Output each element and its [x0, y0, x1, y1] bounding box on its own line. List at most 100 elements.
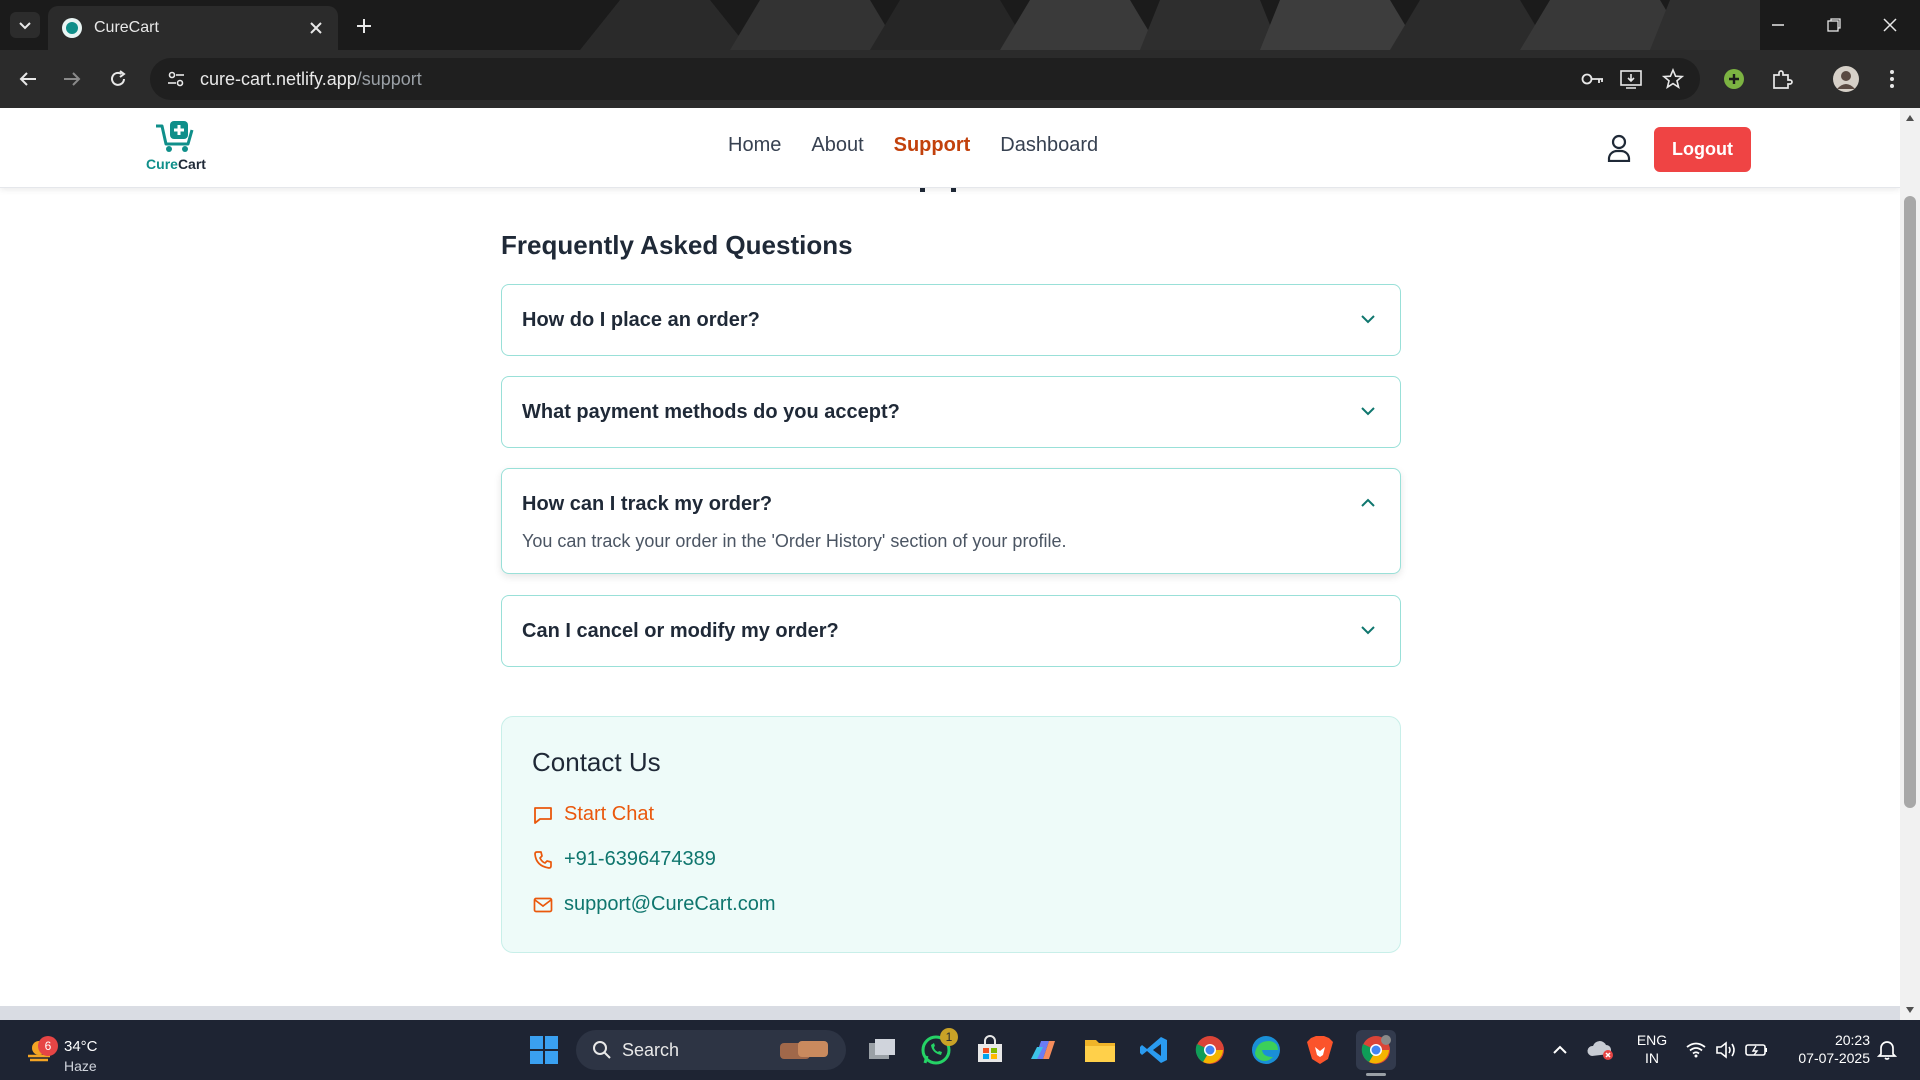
tab-search-button[interactable] — [10, 12, 40, 38]
start-button[interactable] — [524, 1030, 564, 1070]
chevron-down-icon — [1358, 620, 1378, 640]
restore-icon — [1827, 18, 1841, 32]
weather-badge: 6 — [38, 1036, 58, 1056]
faq-item-payment-methods[interactable]: What payment methods do you accept? — [501, 376, 1401, 448]
phone-icon — [532, 849, 554, 871]
footer-edge — [0, 1006, 1900, 1020]
file-explorer-app[interactable] — [1080, 1030, 1120, 1070]
scroll-up-arrow-icon[interactable] — [1904, 112, 1916, 124]
chevron-down-icon — [19, 22, 31, 30]
bookmark-star-icon[interactable] — [1660, 66, 1686, 92]
contact-title: Contact Us — [532, 747, 661, 777]
microsoft-store-app[interactable] — [970, 1030, 1010, 1070]
logo-wordmark: CureCart — [146, 156, 206, 172]
logo-wordmark-cure: Cure — [146, 156, 178, 172]
extension-green-icon[interactable] — [1718, 63, 1750, 95]
reload-button[interactable] — [102, 63, 134, 95]
nav-dashboard[interactable]: Dashboard — [1000, 134, 1098, 157]
site-logo[interactable]: CureCart — [146, 120, 206, 176]
folder-icon — [1085, 1040, 1115, 1062]
logout-button[interactable]: Logout — [1654, 127, 1751, 172]
close-tab-icon[interactable] — [306, 18, 326, 38]
onedrive-status[interactable] — [1586, 1030, 1616, 1070]
show-hidden-icons-button[interactable] — [1548, 1030, 1572, 1070]
wifi-icon — [1686, 1042, 1706, 1058]
browser-tab[interactable]: CureCart — [48, 6, 338, 50]
url-text: cure-cart.netlify.app/support — [200, 69, 422, 90]
minimize-icon — [1772, 24, 1784, 26]
weather-condition: Haze — [64, 1058, 97, 1074]
whatsapp-app[interactable]: 1 — [916, 1028, 958, 1070]
windows-logo-icon — [530, 1036, 558, 1064]
install-app-icon[interactable] — [1618, 66, 1644, 92]
whatsapp-badge: 1 — [940, 1028, 958, 1046]
phone-link[interactable]: +91-6396474389 — [532, 848, 716, 871]
wifi-status[interactable] — [1684, 1030, 1708, 1070]
weather-widget[interactable]: 6 34°C Haze — [20, 1028, 110, 1074]
minimize-button[interactable] — [1756, 8, 1800, 42]
battery-status[interactable] — [1744, 1030, 1770, 1070]
brave-lion-icon — [1307, 1036, 1333, 1064]
weather-temperature: 34°C — [64, 1038, 98, 1055]
address-bar[interactable]: cure-cart.netlify.app/support — [150, 58, 1700, 100]
brave-app[interactable] — [1300, 1030, 1340, 1070]
notifications-button[interactable] — [1874, 1030, 1900, 1070]
edge-app[interactable] — [1246, 1030, 1286, 1070]
volume-status[interactable] — [1714, 1030, 1738, 1070]
mail-icon — [532, 894, 554, 916]
system-clock[interactable]: 20:23 07-07-2025 — [1778, 1031, 1870, 1067]
vscode-app[interactable] — [1134, 1030, 1174, 1070]
extensions-puzzle-icon[interactable] — [1766, 63, 1798, 95]
user-profile-icon[interactable] — [1604, 132, 1634, 164]
store-icon — [978, 1035, 1002, 1062]
clock-time: 20:23 — [1834, 1032, 1870, 1048]
taskbar-search[interactable]: Search — [576, 1030, 846, 1070]
nav-home[interactable]: Home — [728, 134, 781, 157]
faq-item-track-order[interactable]: How can I track my order? You can track … — [501, 468, 1401, 574]
faq-answer: You can track your order in the 'Order H… — [522, 531, 1067, 551]
wallpaper-hex-pattern — [580, 0, 1760, 50]
password-key-icon[interactable] — [1580, 66, 1606, 92]
vscode-icon — [1140, 1037, 1167, 1063]
faq-question: Can I cancel or modify my order? — [522, 620, 839, 642]
chrome-icon — [1361, 1035, 1391, 1064]
search-highlight-icon — [780, 1041, 828, 1059]
task-view-button[interactable] — [862, 1030, 902, 1070]
active-app-indicator — [1366, 1073, 1386, 1076]
new-tab-button[interactable] — [350, 12, 378, 40]
scroll-down-arrow-icon[interactable] — [1904, 1004, 1916, 1016]
input-language[interactable]: ENG IN — [1632, 1031, 1672, 1067]
profile-avatar[interactable] — [1830, 63, 1862, 95]
browser-menu-icon[interactable] — [1876, 63, 1908, 95]
arrow-right-icon — [64, 72, 81, 86]
phone-number: +91-6396474389 — [564, 848, 716, 870]
page-scrollbar[interactable] — [1900, 108, 1920, 1020]
main-nav: Home About Support Dashboard — [728, 134, 1098, 157]
browser-toolbar: cure-cart.netlify.app/support — [0, 50, 1920, 108]
site-settings-icon[interactable] — [164, 67, 188, 91]
cloud-error-icon — [1587, 1041, 1613, 1060]
chat-bubble-icon — [532, 804, 554, 826]
forward-button[interactable] — [56, 63, 88, 95]
nav-about[interactable]: About — [811, 134, 863, 157]
chrome-app[interactable] — [1190, 1030, 1230, 1070]
start-chat-link[interactable]: Start Chat — [532, 803, 654, 826]
plus-icon — [357, 19, 371, 33]
faq-question: How can I track my order? — [522, 493, 773, 515]
chrome-profile-app-active[interactable] — [1356, 1030, 1396, 1076]
faq-title: Frequently Asked Questions — [501, 230, 853, 260]
nav-support[interactable]: Support — [894, 134, 971, 157]
faq-item-place-order[interactable]: How do I place an order? — [501, 284, 1401, 356]
email-link[interactable]: support@CureCart.com — [532, 893, 775, 916]
copilot-icon — [1031, 1041, 1055, 1059]
copilot-app[interactable] — [1024, 1030, 1064, 1070]
close-window-button[interactable] — [1868, 8, 1912, 42]
battery-charging-icon — [1745, 1044, 1767, 1056]
scrollbar-thumb[interactable] — [1904, 196, 1916, 808]
restore-button[interactable] — [1812, 8, 1856, 42]
start-chat-label: Start Chat — [564, 803, 655, 825]
back-button[interactable] — [12, 63, 44, 95]
bell-icon — [1877, 1041, 1897, 1060]
chrome-icon — [1195, 1036, 1224, 1064]
faq-item-cancel-order[interactable]: Can I cancel or modify my order? — [501, 595, 1401, 667]
